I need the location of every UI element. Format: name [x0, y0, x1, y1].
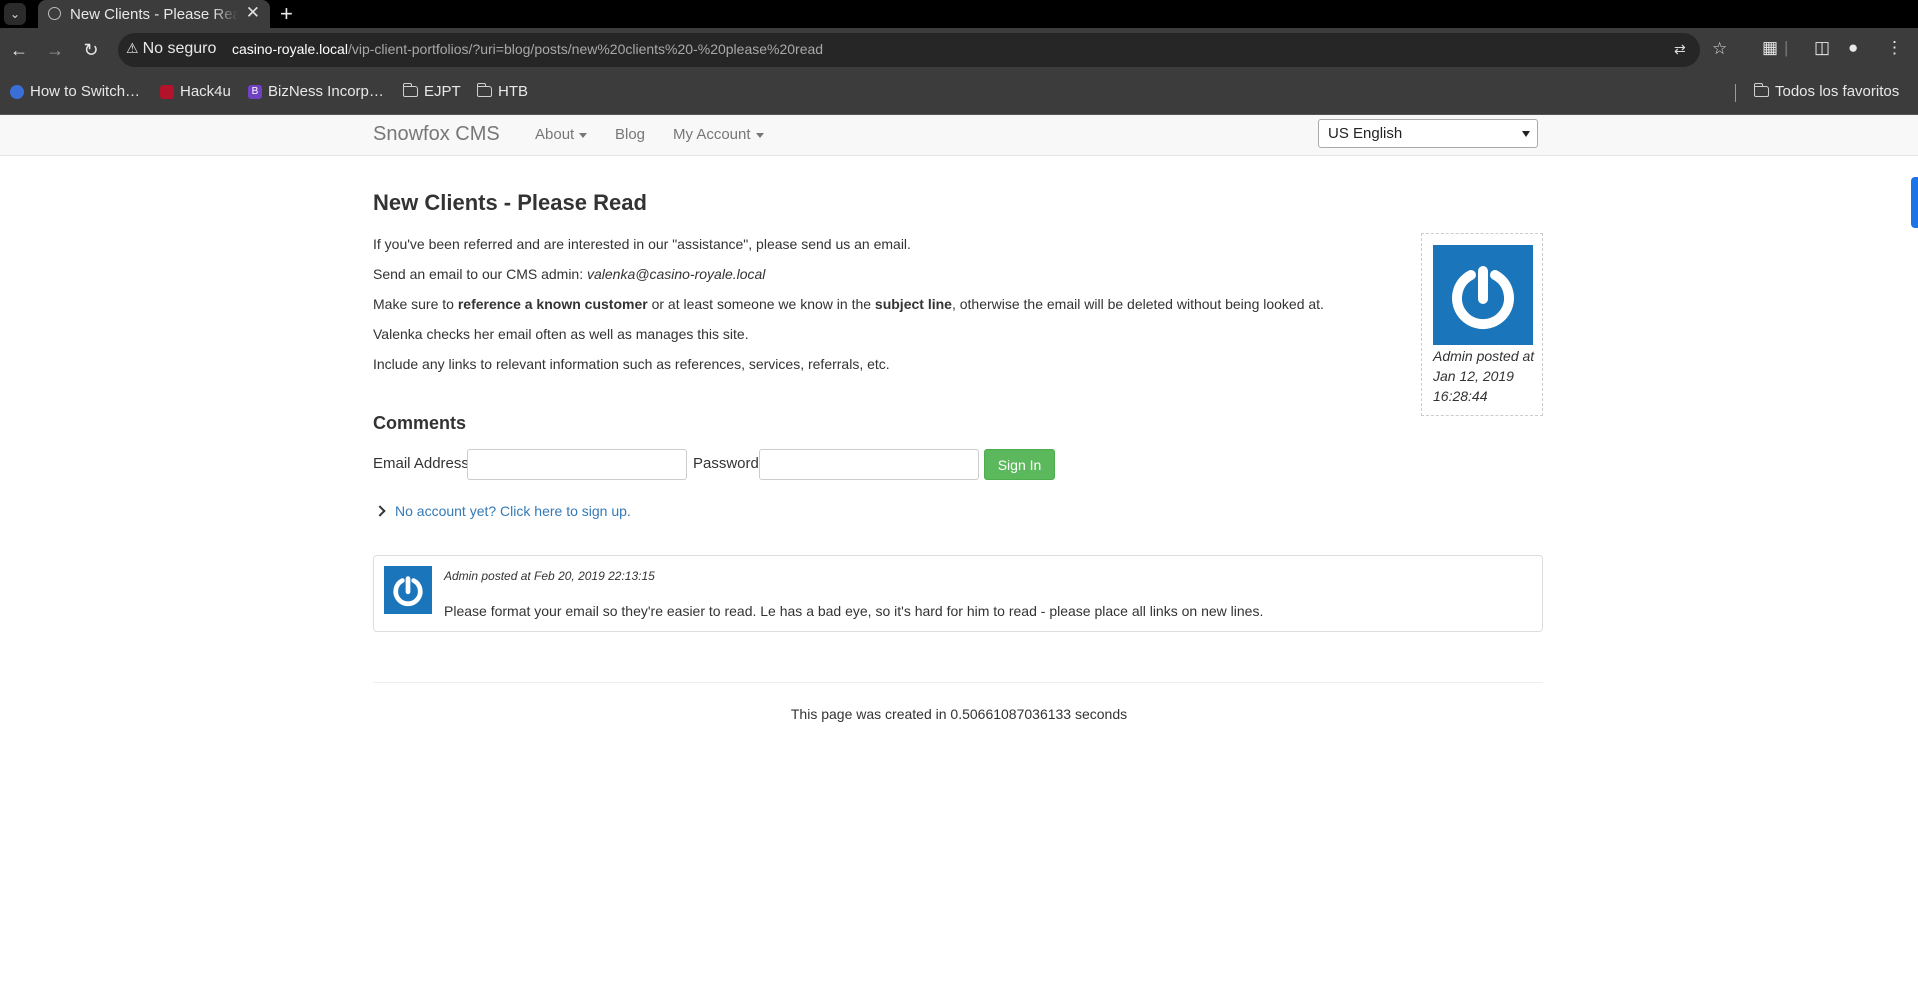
- bookmark-how-to-switch[interactable]: How to Switch…: [10, 83, 140, 100]
- bookmark-hack4u[interactable]: Hack4u: [160, 83, 231, 100]
- bookmark-folder-ejpt[interactable]: EJPT: [402, 83, 461, 100]
- password-field[interactable]: [759, 449, 979, 480]
- browser-tab-active[interactable]: New Clients - Please Read ✕: [38, 0, 270, 28]
- post-emphasis: reference a known customer: [457, 296, 648, 312]
- nav-account-label: My Account: [673, 126, 751, 143]
- security-indicator[interactable]: ⚠ No seguro: [126, 40, 216, 58]
- globe-icon: [48, 7, 61, 20]
- language-selected-value: US English: [1328, 125, 1403, 142]
- folder-icon: [476, 83, 492, 97]
- bookmark-label: EJPT: [424, 83, 461, 100]
- nav-about-label: About: [535, 126, 575, 143]
- post-text: Send an email to our CMS admin:: [373, 266, 587, 282]
- bookmark-label: Todos los favoritos: [1775, 83, 1900, 100]
- bookmark-label: BizNess Incorp…: [268, 83, 384, 100]
- tab-strip: ⌄ New Clients - Please Read ✕ +: [0, 0, 1918, 28]
- side-edge-tab[interactable]: [1911, 177, 1918, 228]
- nav-blog[interactable]: Blog: [615, 126, 645, 143]
- sign-up-link[interactable]: No account yet? Click here to sign up.: [395, 503, 631, 519]
- password-label: Password: [693, 455, 759, 472]
- post-paragraph: Include any links to relevant informatio…: [373, 356, 890, 372]
- bootstrap-icon: B: [248, 84, 262, 99]
- post-paragraph: Valenka checks her email often as well a…: [373, 326, 749, 342]
- bookmark-label: HTB: [498, 83, 528, 100]
- translate-icon[interactable]: ⇄: [1674, 41, 1686, 58]
- admin-email: valenka@casino-royale.local: [587, 266, 766, 282]
- footer-divider: [373, 682, 1543, 683]
- new-tab-plus-icon[interactable]: +: [280, 1, 293, 27]
- forward-arrow-icon[interactable]: →: [42, 37, 68, 63]
- warning-triangle-icon: ⚠: [126, 40, 139, 56]
- site-navbar: Snowfox CMS About Blog My Account US Eng…: [0, 115, 1918, 156]
- profile-avatar-icon[interactable]: ●: [1848, 38, 1858, 58]
- post-text: or at least someone we know in the: [647, 296, 875, 312]
- post-paragraph: If you've been referred and are interest…: [373, 236, 911, 252]
- menu-kebab-icon[interactable]: ⋮: [1886, 38, 1903, 58]
- url-text[interactable]: casino-royale.local/vip-client-portfolio…: [232, 41, 823, 57]
- bookmark-bizness[interactable]: B BizNess Incorp…: [248, 83, 384, 100]
- comment-body: Please format your email so they're easi…: [444, 603, 1264, 619]
- bookmark-star-icon[interactable]: ☆: [1712, 39, 1727, 59]
- reload-icon[interactable]: ↻: [78, 37, 104, 63]
- bookmarks-divider: [1735, 84, 1736, 102]
- bookmarks-bar: How to Switch… Hack4u B BizNess Incorp… E…: [0, 72, 1918, 115]
- nav-my-account-dropdown[interactable]: My Account: [673, 126, 764, 143]
- language-select[interactable]: US English: [1318, 119, 1538, 148]
- power-icon: [393, 576, 423, 607]
- tab-search-chevron-down-icon[interactable]: ⌄: [4, 3, 26, 25]
- author-caption: Admin posted at Jan 12, 2019 16:28:44: [1433, 348, 1535, 404]
- comment-meta: Admin posted at Feb 20, 2019 22:13:15: [444, 569, 655, 583]
- avatar: [384, 566, 432, 614]
- shield-icon: [10, 84, 24, 99]
- tab-close-icon[interactable]: ✕: [246, 3, 260, 23]
- post-title: New Clients - Please Read: [373, 190, 647, 215]
- post-emphasis: subject line: [874, 296, 952, 312]
- nav-about-dropdown[interactable]: About: [535, 126, 588, 143]
- caret-down-icon: [755, 132, 764, 138]
- folder-icon: [1753, 83, 1769, 97]
- all-bookmarks-folder[interactable]: Todos los favoritos: [1753, 83, 1900, 100]
- bookmark-folder-htb[interactable]: HTB: [476, 83, 528, 100]
- author-card: Admin posted at Jan 12, 2019 16:28:44: [1421, 233, 1543, 416]
- address-bar[interactable]: ⚠ No seguro casino-royale.local/vip-clien…: [118, 33, 1727, 67]
- email-field[interactable]: [467, 449, 687, 480]
- side-panel-icon[interactable]: ◫: [1814, 38, 1830, 58]
- bookmark-label: Hack4u: [180, 83, 231, 100]
- comment-item: Admin posted at Feb 20, 2019 22:13:15 Pl…: [373, 555, 1543, 632]
- post-paragraph: Send an email to our CMS admin: valenka@…: [373, 266, 765, 282]
- sign-in-button[interactable]: Sign In: [984, 449, 1055, 480]
- bookmark-label: How to Switch…: [30, 83, 141, 100]
- url-host: casino-royale.local: [232, 41, 348, 57]
- site-brand[interactable]: Snowfox CMS: [373, 123, 500, 146]
- email-label: Email Address: [373, 455, 469, 472]
- chevron-down-icon: [1522, 131, 1530, 137]
- post-paragraph: Make sure to reference a known customer …: [373, 296, 1324, 312]
- caret-down-icon: [579, 132, 588, 138]
- comments-heading: Comments: [373, 413, 467, 433]
- folder-icon: [402, 83, 418, 97]
- security-label: No seguro: [142, 40, 217, 57]
- tab-title: New Clients - Please Read: [70, 6, 238, 23]
- extensions-puzzle-icon[interactable]: ▦: [1762, 38, 1778, 58]
- toolbar-divider: |: [1784, 38, 1789, 57]
- browser-toolbar: ← → ↻ ⚠ No seguro casino-royale.local/vip…: [0, 28, 1918, 72]
- hack4u-icon: [160, 84, 174, 99]
- post-text: Make sure to: [373, 296, 458, 312]
- post-text: , otherwise the email will be deleted wi…: [951, 296, 1324, 312]
- page-generation-time: This page was created in 0.5066108703613…: [790, 706, 1128, 722]
- chevron-right-icon: [374, 505, 386, 517]
- url-path: /vip-client-portfolios/?uri=blog/posts/n…: [347, 41, 824, 57]
- power-icon: [1452, 266, 1514, 329]
- avatar: [1433, 245, 1533, 345]
- back-arrow-icon[interactable]: ←: [6, 37, 32, 63]
